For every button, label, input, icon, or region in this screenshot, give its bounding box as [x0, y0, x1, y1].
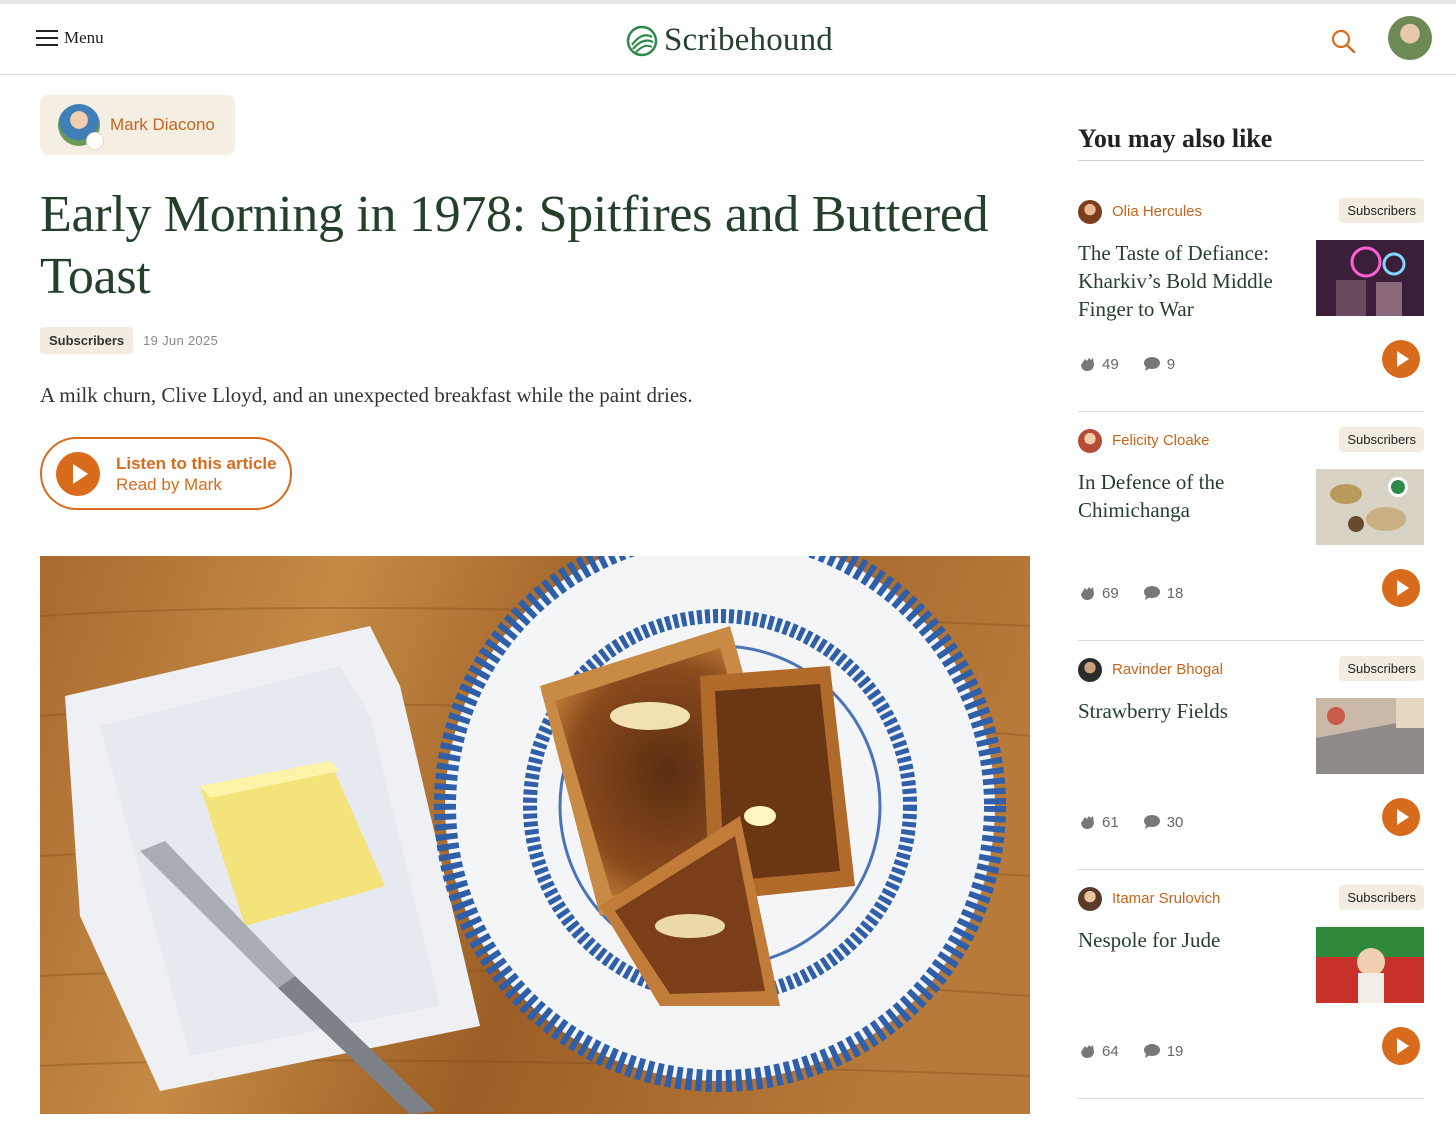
clap-icon	[1081, 358, 1094, 371]
listen-label: Listen to this article	[116, 453, 277, 473]
hero-image	[40, 556, 1030, 1114]
brand-logo-link[interactable]: Scribehound	[626, 22, 833, 59]
article-title: Early Morning in 1978: Spitfires and But…	[40, 186, 989, 305]
menu-button[interactable]: Menu	[36, 28, 104, 48]
comment-icon	[1143, 586, 1160, 600]
card-thumbnail[interactable]	[1316, 240, 1424, 316]
comment-count: 9	[1166, 355, 1176, 373]
recommended-card[interactable]: Olia Hercules Subscribers The Taste of D…	[1078, 183, 1424, 412]
card-thumbnail[interactable]	[1316, 469, 1424, 545]
logo-icon	[626, 25, 658, 56]
sidebar-title: You may also like	[1078, 124, 1273, 153]
card-author[interactable]: Itamar Srulovich	[1112, 890, 1220, 907]
search-icon	[1331, 29, 1356, 54]
author-avatar	[1078, 658, 1102, 682]
subscribers-badge: Subscribers	[1339, 656, 1424, 681]
menu-label: Menu	[64, 28, 104, 47]
site-header: Menu Scribehound	[0, 4, 1456, 75]
play-icon[interactable]	[1382, 569, 1420, 607]
comment-icon	[1143, 815, 1160, 829]
play-icon[interactable]	[1382, 340, 1420, 378]
play-icon	[56, 451, 100, 496]
subscribers-badge: Subscribers	[40, 327, 134, 354]
card-title[interactable]: Strawberry Fields	[1078, 697, 1298, 725]
author-avatar	[1078, 200, 1102, 224]
user-avatar[interactable]	[1388, 16, 1432, 60]
card-thumbnail[interactable]	[1316, 927, 1424, 1003]
card-author[interactable]: Ravinder Bhogal	[1112, 661, 1223, 678]
card-stats: 64 19	[1078, 1042, 1183, 1060]
author-avatar	[58, 104, 104, 150]
card-title[interactable]: In Defence of the Chimichanga	[1078, 468, 1298, 524]
comment-icon	[1143, 1044, 1160, 1058]
article-standfirst: A milk churn, Clive Lloyd, and an unexpe…	[40, 383, 693, 407]
publish-date: 19 Jun 2025	[143, 333, 219, 348]
clap-count: 64	[1102, 1042, 1119, 1060]
author-avatar	[1078, 429, 1102, 453]
listen-subtitle: Read by Mark	[116, 474, 222, 494]
clap-count: 49	[1102, 355, 1119, 373]
logo-badge-icon	[86, 132, 104, 150]
card-author[interactable]: Felicity Cloake	[1112, 432, 1210, 449]
subscribers-badge: Subscribers	[1339, 427, 1424, 452]
brand-name: Scribehound	[664, 22, 834, 58]
clap-count: 61	[1102, 813, 1119, 831]
comment-count: 30	[1166, 813, 1184, 831]
card-stats: 69 18	[1078, 584, 1183, 602]
play-icon[interactable]	[1382, 798, 1420, 836]
card-stats: 49 9	[1078, 355, 1175, 373]
clap-count: 69	[1102, 584, 1119, 602]
article-meta: Subscribers 19 Jun 2025	[40, 327, 218, 354]
subscribers-badge: Subscribers	[1339, 198, 1424, 223]
clap-icon	[1081, 816, 1094, 829]
recommended-card[interactable]: Ravinder Bhogal Subscribers Strawberry F…	[1078, 641, 1424, 870]
comment-count: 19	[1166, 1042, 1184, 1060]
recommended-card[interactable]: Itamar Srulovich Subscribers Nespole for…	[1078, 870, 1424, 1099]
comment-icon	[1143, 357, 1160, 371]
subscribers-badge: Subscribers	[1339, 885, 1424, 910]
recommended-card[interactable]: Felicity Cloake Subscribers In Defence o…	[1078, 412, 1424, 641]
card-title[interactable]: Nespole for Jude	[1078, 926, 1298, 954]
play-icon[interactable]	[1382, 1027, 1420, 1065]
author-avatar	[1078, 887, 1102, 911]
hamburger-icon	[36, 30, 58, 46]
author-name: Mark Diacono	[110, 115, 215, 134]
listen-button[interactable]: Listen to this article Read by Mark	[40, 437, 292, 510]
author-chip[interactable]: Mark Diacono	[40, 95, 235, 155]
search-button[interactable]	[1330, 28, 1356, 59]
card-author[interactable]: Olia Hercules	[1112, 203, 1202, 220]
comment-count: 18	[1166, 584, 1184, 602]
clap-icon	[1081, 1045, 1094, 1058]
card-title[interactable]: The Taste of Defiance: Kharkiv’s Bold Mi…	[1078, 239, 1298, 323]
clap-icon	[1081, 587, 1094, 600]
card-thumbnail[interactable]	[1316, 698, 1424, 774]
card-stats: 61 30	[1078, 813, 1183, 831]
sidebar-divider	[1078, 160, 1424, 161]
